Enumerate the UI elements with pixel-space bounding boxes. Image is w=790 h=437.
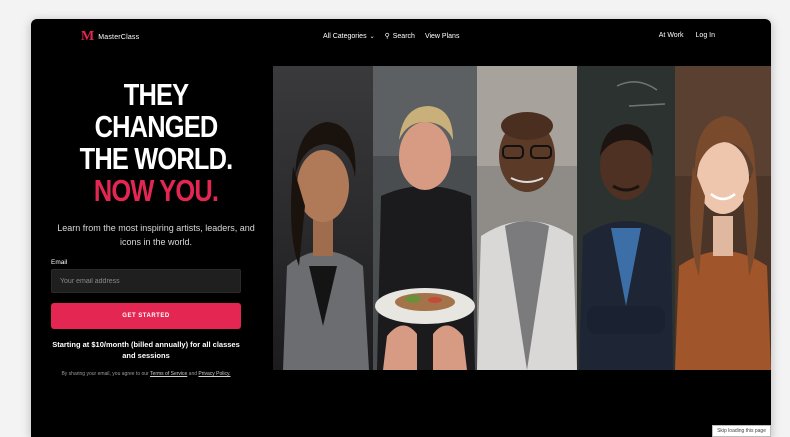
view-plans-link[interactable]: View Plans <box>425 33 460 40</box>
instructor-photo-1 <box>273 66 373 370</box>
nav-right: At Work Log In <box>659 32 715 39</box>
view-plans-label: View Plans <box>424 32 460 40</box>
all-categories-menu[interactable]: All Categories ⌄ <box>323 33 375 40</box>
signup-form: Email GET STARTED Starting at $10/month … <box>51 259 241 379</box>
hero: THEY CHANGED THE WORLD. NOW YOU. Learn f… <box>51 79 261 249</box>
get-started-button[interactable]: GET STARTED <box>51 303 241 329</box>
legal-text: By sharing your email, you agree to our … <box>51 370 241 379</box>
terms-of-service-link[interactable]: Terms of Service <box>150 371 187 377</box>
hero-subtext: Learn from the most inspiring artists, l… <box>57 223 255 247</box>
legal-prefix: By sharing your email, you agree to our <box>61 371 149 377</box>
top-nav: M MasterClass All Categories ⌄ ⚲ Search … <box>31 19 771 55</box>
nav-center: All Categories ⌄ ⚲ Search View Plans <box>323 32 460 41</box>
masterclass-logo[interactable]: M MasterClass <box>81 30 139 44</box>
instructor-photo-2 <box>373 66 477 370</box>
email-label: Email <box>51 259 68 266</box>
log-in-link[interactable]: Log In <box>696 32 715 39</box>
logo-mark-icon: M <box>81 29 95 44</box>
legal-and: and <box>188 371 198 377</box>
browser-window: M MasterClass All Categories ⌄ ⚲ Search … <box>31 19 771 437</box>
skip-loading-badge[interactable]: Skip loading this page <box>712 425 771 437</box>
instructor-photo-5 <box>675 66 771 370</box>
search-button[interactable]: ⚲ Search <box>384 32 415 41</box>
headline-line-1: THEY CHANGED <box>94 77 219 144</box>
email-field[interactable] <box>51 269 241 293</box>
chevron-down-icon: ⌄ <box>369 33 375 40</box>
pricing-text: Starting at $10/month (billed annually) … <box>52 340 240 360</box>
search-icon: ⚲ <box>384 33 390 40</box>
instructor-photo-4 <box>577 66 675 370</box>
at-work-link[interactable]: At Work <box>659 32 684 39</box>
instructor-photo-3 <box>477 66 577 370</box>
search-label: Search <box>392 32 415 40</box>
privacy-policy-link[interactable]: Privacy Policy. <box>198 371 230 377</box>
logo-text: MasterClass <box>98 33 140 41</box>
all-categories-label: All Categories <box>323 32 367 40</box>
headline-line-2: THE WORLD. <box>79 141 234 176</box>
instructor-collage <box>273 66 771 370</box>
headline-line-3: NOW YOU. <box>93 173 219 208</box>
